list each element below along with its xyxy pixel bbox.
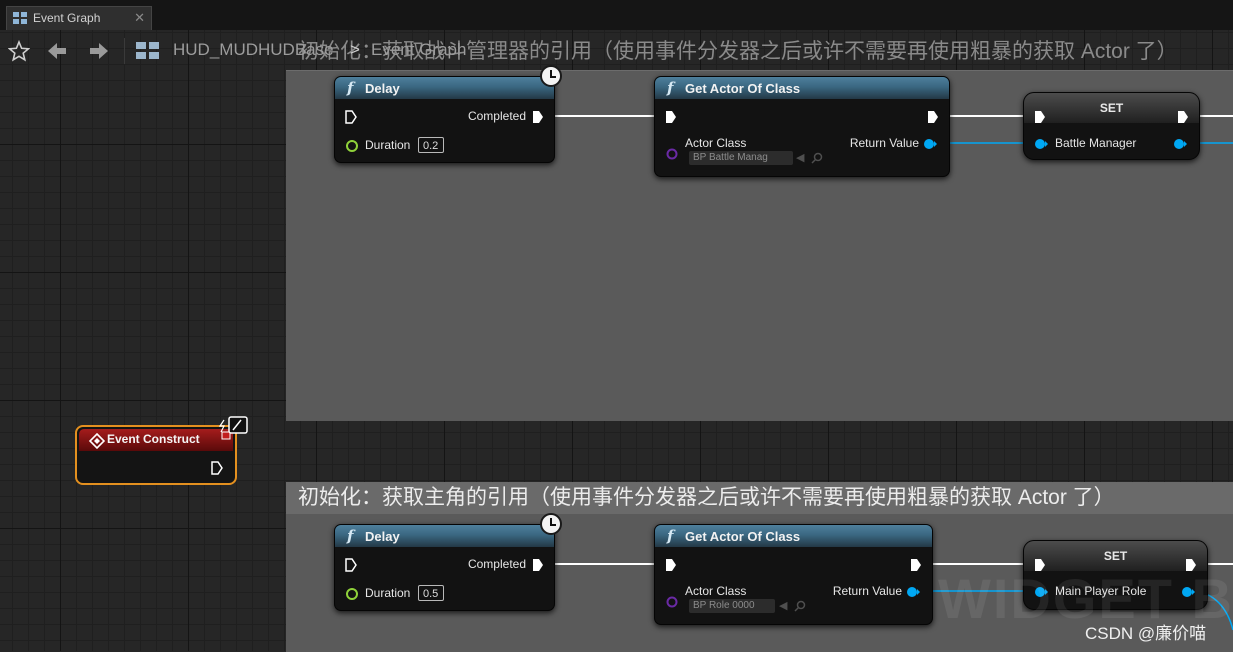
latent-clock-icon	[540, 513, 562, 535]
node-title: Delay	[365, 81, 400, 96]
get-actor-of-class-node[interactable]: f Get Actor Of Class Actor Class Return …	[654, 76, 950, 177]
actor-class-dropdown[interactable]: BP Battle Manag	[689, 151, 793, 165]
get-actor-of-class-node[interactable]: f Get Actor Of Class Actor Class Return …	[654, 524, 933, 625]
duration-input[interactable]: 0.2	[418, 137, 444, 153]
actor-class-label: Actor Class	[685, 584, 747, 598]
set-node[interactable]: SET Battle Manager	[1023, 92, 1200, 160]
search-icon[interactable]	[794, 600, 806, 612]
duration-input[interactable]: 0.5	[418, 585, 444, 601]
arrow-icon[interactable]: ◀	[779, 599, 787, 612]
completed-label: Completed	[467, 109, 526, 123]
breadcrumb-blueprint[interactable]: HUD_MUDHUDBase	[173, 40, 334, 60]
exec-pin-icon[interactable]	[211, 461, 223, 475]
exec-pin-icon[interactable]	[665, 558, 677, 572]
data-pin-icon[interactable]	[906, 586, 920, 598]
delay-node[interactable]: f Delay Completed Duration 0.2	[334, 76, 555, 163]
node-title: Delay	[365, 529, 400, 544]
credit-text: CSDN @廉价喵	[1085, 624, 1207, 643]
comment-title-2[interactable]: 初始化：获取主角的引用（使用事件分发器之后或许不需要再使用粗暴的获取 Actor…	[286, 482, 1233, 514]
event-construct-node[interactable]: Event Construct	[75, 425, 237, 485]
exec-pin-icon[interactable]	[910, 558, 922, 572]
data-pin-icon[interactable]	[923, 138, 937, 150]
node-title: SET	[1099, 101, 1124, 115]
return-value-label: Return Value	[832, 584, 902, 598]
exec-pin-icon[interactable]	[927, 110, 939, 124]
blueprint-icon	[136, 42, 159, 59]
arrow-left-icon[interactable]	[46, 40, 68, 62]
exec-pin-icon[interactable]	[345, 110, 357, 124]
function-icon: f	[347, 79, 354, 97]
arrow-icon[interactable]: ◀	[796, 151, 804, 164]
event-icon	[219, 416, 248, 440]
data-pin-icon[interactable]	[665, 596, 679, 608]
duration-label: Duration	[365, 586, 411, 600]
actor-class-label: Actor Class	[685, 136, 747, 150]
exec-pin-icon[interactable]	[665, 110, 677, 124]
arrow-right-icon[interactable]	[88, 40, 110, 62]
function-icon: f	[347, 527, 354, 545]
node-title: Event Construct	[107, 432, 200, 446]
breadcrumb-separator: >	[350, 40, 360, 59]
exec-pin-icon[interactable]	[1177, 110, 1189, 124]
exec-pin-icon[interactable]	[1034, 110, 1046, 124]
function-icon: f	[667, 79, 674, 97]
data-pin-icon[interactable]	[1173, 138, 1187, 150]
breadcrumb-graph[interactable]: Event Graph	[371, 40, 466, 60]
graph-toolbar: HUD_MUDHUDBase > Event Graph	[0, 32, 1233, 70]
node-title: Get Actor Of Class	[685, 81, 801, 96]
toolbar-divider	[124, 38, 125, 64]
data-pin-icon[interactable]	[1034, 138, 1048, 150]
duration-label: Duration	[365, 138, 411, 152]
delay-node[interactable]: f Delay Completed Duration 0.5	[334, 524, 555, 611]
exec-pin-icon[interactable]	[532, 558, 544, 572]
variable-label: Battle Manager	[1055, 136, 1137, 150]
node-title: Get Actor Of Class	[685, 529, 801, 544]
star-icon[interactable]	[8, 40, 30, 62]
actor-class-dropdown[interactable]: BP Role 0000	[689, 599, 775, 613]
data-pin-icon[interactable]	[665, 148, 679, 160]
latent-clock-icon	[540, 65, 562, 87]
search-icon[interactable]	[811, 152, 823, 164]
exec-pin-icon[interactable]	[345, 558, 357, 572]
data-pin-icon[interactable]	[345, 587, 359, 601]
completed-label: Completed	[467, 557, 526, 571]
exec-pin-icon[interactable]	[532, 110, 544, 124]
data-pin-icon[interactable]	[345, 139, 359, 153]
function-icon: f	[667, 527, 674, 545]
node-title: SET	[1103, 549, 1128, 563]
return-value-label: Return Value	[849, 136, 919, 150]
event-icon	[89, 433, 105, 449]
